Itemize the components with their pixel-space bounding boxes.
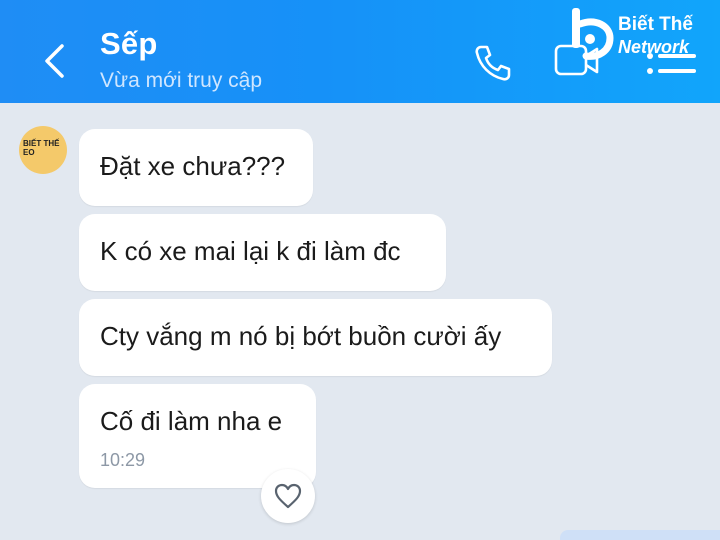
avatar[interactable]: BIẾT THẾ EO [19,126,67,174]
avatar-text: BIẾT THẾ EO [23,139,60,157]
heart-icon [274,483,302,509]
back-chevron-icon[interactable] [38,40,72,82]
contact-status: Vừa mới truy cập [100,69,263,92]
message-bubble[interactable]: Đặt xe chưa??? [79,129,313,206]
message-text: K có xe mai lại k đi làm đc [100,236,401,266]
phone-icon[interactable] [472,42,514,84]
message-text: Cố đi làm nha e [100,406,283,436]
message-text: Đặt xe chưa??? [100,151,286,181]
message-text: Cty vắng m nó bị bớt buồn cười ấy [100,321,502,351]
watermark-line1: Biết Thế [618,14,693,35]
message-bubble[interactable]: K có xe mai lại k đi làm đc [79,214,446,291]
watermark-line2: Network [618,37,690,57]
react-button[interactable] [261,469,315,523]
message-bubble[interactable]: Cty vắng m nó bị bớt buồn cười ấy [79,299,552,376]
message-time: 10:29 [100,450,146,470]
brand-logo-icon [572,8,614,60]
outgoing-bubble-edge [560,530,720,540]
contact-name[interactable]: Sếp [100,26,157,62]
chat-header: Sếp Vừa mới truy cập Biết Thế Network [0,0,720,103]
